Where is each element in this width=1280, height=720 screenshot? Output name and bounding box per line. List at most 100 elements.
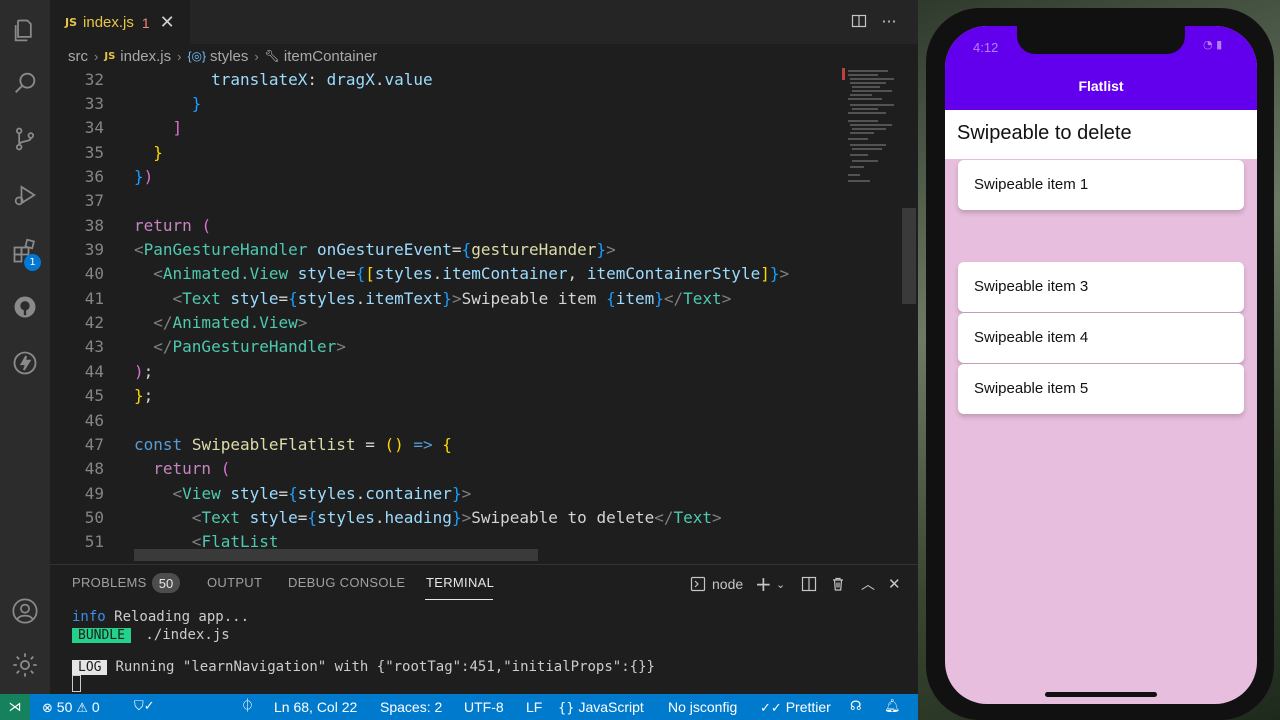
- terminal-info-text: Reloading app...: [105, 609, 250, 625]
- status-language[interactable]: {} JavaScript: [558, 694, 644, 720]
- code-line: 44);: [50, 360, 842, 384]
- code-line: 36}): [50, 165, 842, 189]
- terminal-line-bundle: BUNDLE ./index.js: [72, 626, 230, 644]
- braces-icon: {}: [558, 701, 575, 716]
- tab-problems[interactable]: PROBLEMS: [72, 575, 147, 597]
- extensions-badge: 1: [24, 254, 41, 271]
- scrollbar-thumb[interactable]: [902, 208, 916, 304]
- extensions-icon[interactable]: [0, 226, 50, 276]
- signal-battery-icon: ◔ ▮: [1203, 38, 1223, 51]
- code-line: 42 </Animated.View>: [50, 311, 842, 335]
- split-editor-icon[interactable]: [848, 10, 870, 32]
- line-number: 50: [84, 508, 104, 527]
- js-file-icon: JS: [104, 50, 116, 62]
- shield-check-icon[interactable]: ⛉✓: [134, 694, 155, 720]
- phone-notch: [1017, 26, 1185, 54]
- line-number: 44: [84, 362, 104, 381]
- status-encoding[interactable]: UTF-8: [464, 694, 504, 720]
- line-number: 49: [84, 484, 104, 503]
- list-item-label: Swipeable item 3: [974, 278, 1089, 295]
- list-item-label: Swipeable item 1: [974, 176, 1089, 193]
- code-line: 33 }: [50, 92, 842, 116]
- line-number: 43: [84, 337, 104, 356]
- breadcrumb: src › JS index.js › {◎} styles › 🔧︎ item…: [68, 44, 377, 68]
- wrench-icon: 🔧︎: [264, 49, 280, 63]
- problems-count-badge: 50: [152, 573, 180, 593]
- horizontal-scrollbar[interactable]: [134, 549, 538, 561]
- line-number: 39: [84, 240, 104, 259]
- close-icon[interactable]: ✕: [160, 12, 175, 33]
- run-debug-icon[interactable]: [0, 170, 50, 220]
- close-panel-icon[interactable]: ✕: [888, 573, 901, 595]
- tab-debug-console[interactable]: DEBUG CONSOLE: [288, 575, 405, 597]
- code-line: 48 return (: [50, 457, 842, 481]
- status-bar: ⋊ ⊗ 50 ⚠ 0 ⛉✓ ⏀ Ln 68, Col 22 Spaces: 2 …: [0, 694, 918, 720]
- terminal-shell-name[interactable]: node: [712, 573, 743, 595]
- code-line: 41 <Text style={styles.itemText}>Swipeab…: [50, 287, 842, 311]
- split-terminal-icon[interactable]: [801, 573, 817, 595]
- list-item[interactable]: Swipeable item 4: [958, 313, 1244, 363]
- list-item[interactable]: Swipeable item 5: [958, 364, 1244, 414]
- breadcrumb-file[interactable]: index.js: [120, 48, 171, 65]
- terminal-log-text: Running "learnNavigation" with {"rootTag…: [115, 659, 655, 675]
- terminal-line-log: LOG Running "learnNavigation" with {"root…: [72, 658, 655, 676]
- chevron-down-icon[interactable]: ⌄: [776, 573, 785, 595]
- breadcrumb-symbol-styles[interactable]: styles: [210, 48, 248, 65]
- warning-icon: ⚠: [76, 701, 88, 716]
- app-header: 4:12 ◔ ▮ Flatlist: [945, 26, 1257, 110]
- list-item-label: Swipeable item 4: [974, 329, 1089, 346]
- location-icon[interactable]: ⏀: [241, 694, 254, 720]
- status-language-label: JavaScript: [578, 699, 644, 715]
- chevron-right-icon: ›: [177, 48, 182, 64]
- editor-tab-bar: JS index.js 1 ✕ ···: [50, 0, 918, 44]
- code-editor[interactable]: 32 translateX: dragX.value 33 } 34 ] 35 …: [50, 68, 842, 564]
- code-line: 45};: [50, 384, 842, 408]
- status-cursor-position[interactable]: Ln 68, Col 22: [274, 694, 357, 720]
- account-icon[interactable]: [0, 586, 50, 636]
- source-control-icon[interactable]: [0, 114, 50, 164]
- more-actions-icon[interactable]: ···: [878, 10, 900, 32]
- maximize-panel-icon[interactable]: ︿: [861, 573, 875, 595]
- tab-terminal[interactable]: TERMINAL: [426, 575, 494, 597]
- line-number: 51: [84, 532, 104, 551]
- tab-error-count: 1: [141, 14, 150, 31]
- breadcrumb-symbol-item-container[interactable]: itemContainer: [284, 48, 377, 65]
- vertical-scrollbar[interactable]: [902, 68, 916, 564]
- status-eol[interactable]: LF: [526, 694, 542, 720]
- list-item[interactable]: Swipeable item 1: [958, 160, 1244, 210]
- minimap[interactable]: [842, 68, 902, 564]
- line-number: 42: [84, 313, 104, 332]
- lightning-icon[interactable]: [0, 338, 50, 388]
- symbol-variable-icon: {◎}: [187, 49, 206, 63]
- terminal-bundle-text: ./index.js: [136, 627, 230, 643]
- add-terminal-icon[interactable]: +: [755, 572, 772, 596]
- list-item[interactable]: Swipeable item 3: [958, 262, 1244, 312]
- home-indicator[interactable]: [1045, 692, 1157, 697]
- vscode-window: 1 JS index.js 1 ✕ ··· src › JS index.js …: [0, 0, 918, 720]
- tab-output[interactable]: OUTPUT: [207, 575, 262, 597]
- code-line: 37: [50, 189, 842, 213]
- tab-index-js[interactable]: JS index.js 1 ✕: [50, 0, 190, 44]
- remote-indicator-icon[interactable]: ⋊: [0, 694, 30, 720]
- chevron-right-icon: ›: [254, 48, 259, 64]
- trash-icon[interactable]: [830, 573, 846, 595]
- status-prettier[interactable]: ✓✓ Prettier: [760, 694, 831, 720]
- search-icon[interactable]: [0, 58, 50, 108]
- check-double-icon: ✓✓: [760, 701, 782, 716]
- settings-gear-icon[interactable]: [0, 640, 50, 690]
- code-line: 46: [50, 409, 842, 433]
- code-line: 40 <Animated.View style={[styles.itemCon…: [50, 262, 842, 286]
- feedback-icon[interactable]: ☊: [850, 694, 862, 720]
- terminal-shell-icon[interactable]: [690, 573, 706, 595]
- explorer-icon[interactable]: [0, 6, 50, 56]
- js-file-icon: JS: [65, 16, 78, 29]
- bell-icon[interactable]: 🔔︎: [884, 694, 901, 720]
- code-line: 32 translateX: dragX.value: [50, 68, 842, 92]
- status-time: 4:12: [973, 40, 999, 55]
- status-indentation[interactable]: Spaces: 2: [380, 694, 442, 720]
- remote-explorer-icon[interactable]: [0, 282, 50, 332]
- status-jsconfig[interactable]: No jsconfig: [668, 694, 737, 720]
- header-title: Flatlist: [1078, 78, 1124, 94]
- breadcrumb-folder[interactable]: src: [68, 48, 88, 65]
- status-problems[interactable]: ⊗ 50 ⚠ 0: [42, 694, 100, 720]
